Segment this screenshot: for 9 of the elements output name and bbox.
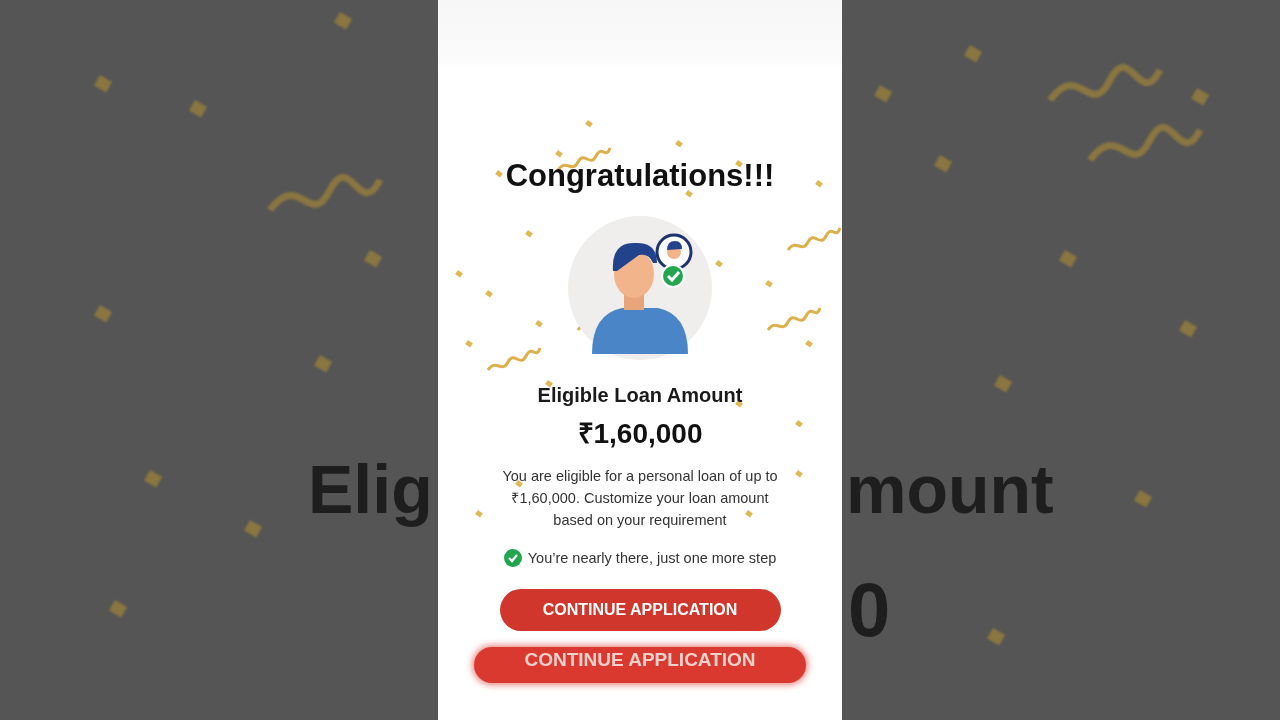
progress-message: You’re nearly there, just one more step — [527, 550, 777, 566]
blurred-text: mount — [846, 455, 1054, 523]
continue-application-button[interactable]: CONTINUE APPLICATION — [499, 589, 781, 631]
blurred-text: 0 — [848, 572, 891, 648]
eligibility-description: You are eligible for a personal loan of up to ₹1,60,000. Customize your loan amount based on your requirement — [501, 467, 779, 530]
loan-amount: ₹1,60,000 — [577, 417, 703, 451]
eligible-loan-heading: Eligible Loan Amount — [537, 384, 743, 407]
title: Congratulations!!! — [505, 158, 775, 194]
person-avatar-icon — [568, 216, 712, 360]
